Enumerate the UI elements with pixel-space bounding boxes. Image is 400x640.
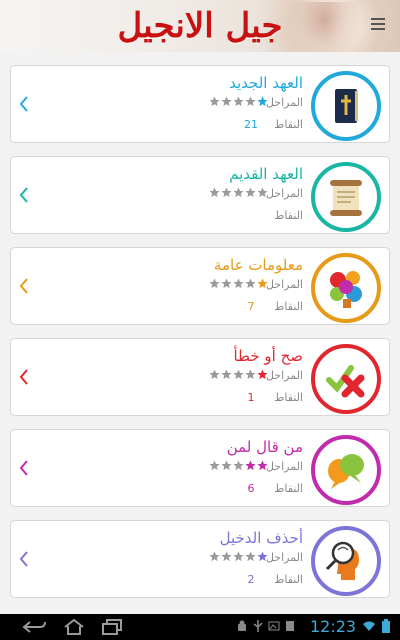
battery-icon bbox=[382, 619, 390, 633]
star-icon bbox=[209, 460, 220, 471]
category-name: صح أو خطأ bbox=[233, 347, 303, 365]
stages-label: المراحل bbox=[265, 460, 303, 473]
overflow-menu-button[interactable] bbox=[366, 12, 390, 36]
points-value: 2 bbox=[247, 573, 255, 586]
star-icon bbox=[221, 460, 232, 471]
category-name: العهد الجديد bbox=[229, 74, 303, 92]
category-icon-ring[interactable] bbox=[311, 162, 381, 232]
star-icon bbox=[233, 187, 244, 198]
category-name: معلومات عامة bbox=[213, 256, 303, 274]
clock-time: 12:23 bbox=[310, 617, 357, 636]
stages-label: المراحل bbox=[265, 551, 303, 564]
star-icon bbox=[233, 278, 244, 289]
recent-apps-nav-icon[interactable] bbox=[100, 619, 124, 635]
star-icon bbox=[245, 187, 256, 198]
category-card[interactable]: معلومات عامة المراحل النقاط 7 bbox=[10, 247, 390, 325]
category-card[interactable]: من قال لمن المراحل النقاط 6 bbox=[10, 429, 390, 507]
stage-stars bbox=[209, 278, 268, 290]
points-label: النقاط bbox=[274, 482, 303, 495]
category-icon-ring[interactable] bbox=[311, 253, 381, 323]
true-false-icon bbox=[326, 365, 365, 398]
storage-icon bbox=[286, 621, 294, 631]
category-icon-ring[interactable] bbox=[311, 344, 381, 414]
star-icon bbox=[209, 369, 220, 380]
chevron-left-icon[interactable] bbox=[19, 94, 29, 114]
speech-bubbles-icon bbox=[328, 454, 364, 489]
category-card[interactable]: العهد القديم المراحل النقاط bbox=[10, 156, 390, 234]
wifi-icon bbox=[363, 621, 375, 631]
points-label: النقاط bbox=[274, 391, 303, 404]
points-label: النقاط bbox=[274, 209, 303, 222]
star-icon bbox=[257, 460, 268, 471]
star-icon bbox=[221, 278, 232, 289]
points-label: النقاط bbox=[274, 573, 303, 586]
category-card[interactable]: صح أو خطأ المراحل النقاط 1 bbox=[10, 338, 390, 416]
category-icon-ring[interactable] bbox=[311, 435, 381, 505]
app-title: جيل الانجيل bbox=[117, 6, 283, 46]
category-icon-ring[interactable] bbox=[311, 71, 381, 141]
points-value: 7 bbox=[247, 300, 255, 313]
star-icon bbox=[245, 551, 256, 562]
stage-stars bbox=[209, 96, 268, 108]
star-icon bbox=[245, 369, 256, 380]
points-label: النقاط bbox=[274, 300, 303, 313]
chevron-left-icon[interactable] bbox=[19, 458, 29, 478]
system-status-bar: 12:23 bbox=[0, 614, 400, 640]
star-icon bbox=[209, 96, 220, 107]
star-icon bbox=[233, 369, 244, 380]
home-nav-icon[interactable] bbox=[62, 619, 86, 635]
stage-stars bbox=[209, 460, 268, 472]
app-header: جيل الانجيل bbox=[0, 0, 400, 52]
stage-stars bbox=[209, 187, 268, 199]
star-icon bbox=[209, 187, 220, 198]
star-icon bbox=[245, 96, 256, 107]
star-icon bbox=[233, 96, 244, 107]
magnifier-head-icon bbox=[325, 541, 359, 580]
info-puzzle-icon bbox=[330, 271, 362, 308]
stages-label: المراحل bbox=[265, 369, 303, 382]
points-label: النقاط bbox=[274, 118, 303, 131]
star-icon bbox=[257, 96, 268, 107]
category-icon-ring[interactable] bbox=[311, 526, 381, 596]
menu-icon bbox=[371, 18, 385, 20]
category-name: أحذف الدخيل bbox=[219, 529, 303, 547]
stages-label: المراحل bbox=[265, 187, 303, 200]
category-name: من قال لمن bbox=[226, 438, 303, 456]
category-card[interactable]: أحذف الدخيل المراحل النقاط 2 bbox=[10, 520, 390, 598]
star-icon bbox=[233, 551, 244, 562]
stages-label: المراحل bbox=[265, 278, 303, 291]
star-icon bbox=[257, 187, 268, 198]
stage-stars bbox=[209, 551, 268, 563]
star-icon bbox=[221, 187, 232, 198]
back-nav-icon[interactable] bbox=[20, 619, 48, 635]
points-value: 21 bbox=[244, 118, 258, 131]
star-icon bbox=[221, 96, 232, 107]
star-icon bbox=[257, 369, 268, 380]
scroll-icon bbox=[330, 180, 362, 216]
chevron-left-icon[interactable] bbox=[19, 367, 29, 387]
points-value: 1 bbox=[247, 391, 255, 404]
chevron-left-icon[interactable] bbox=[19, 185, 29, 205]
star-icon bbox=[209, 278, 220, 289]
category-card[interactable]: العهد الجديد المراحل النقاط 21 bbox=[10, 65, 390, 143]
star-icon bbox=[233, 460, 244, 471]
star-icon bbox=[245, 278, 256, 289]
usb-icon bbox=[253, 620, 263, 632]
points-value: 6 bbox=[247, 482, 255, 495]
bible-icon bbox=[335, 89, 358, 123]
category-name: العهد القديم bbox=[229, 165, 303, 183]
stages-label: المراحل bbox=[265, 96, 303, 109]
star-icon bbox=[221, 551, 232, 562]
picture-notification-icon bbox=[268, 621, 280, 631]
star-icon bbox=[221, 369, 232, 380]
android-debug-icon bbox=[238, 620, 246, 631]
star-icon bbox=[257, 278, 268, 289]
chevron-left-icon[interactable] bbox=[19, 549, 29, 569]
stage-stars bbox=[209, 369, 268, 381]
chevron-left-icon[interactable] bbox=[19, 276, 29, 296]
star-icon bbox=[209, 551, 220, 562]
star-icon bbox=[257, 551, 268, 562]
star-icon bbox=[245, 460, 256, 471]
